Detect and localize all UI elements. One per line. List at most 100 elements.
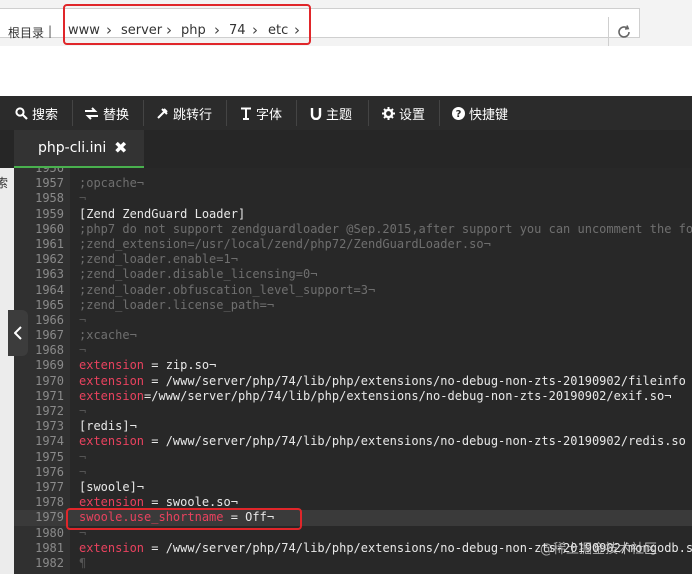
line-number: 1963 — [35, 267, 64, 282]
code-line[interactable]: 1973 [redis]¬ — [14, 419, 692, 434]
breadcrumb-separator: | — [48, 24, 53, 38]
code-line[interactable]: 1957 ;opcache¬ — [14, 176, 692, 191]
settings-button[interactable]: 设置 — [382, 96, 425, 130]
code-line[interactable]: 1975 ¬ — [14, 450, 692, 465]
shortcuts-button[interactable]: ? 快捷键 — [452, 96, 508, 130]
line-number: 1972 — [35, 404, 64, 418]
line-number: 1971 — [35, 388, 64, 403]
line-number: 1974 — [35, 434, 64, 449]
chevron-left-icon — [14, 326, 22, 340]
setting-key: extension — [79, 434, 145, 449]
line-number: 1956 — [35, 168, 64, 175]
collapse-sidebar-button[interactable] — [8, 310, 28, 356]
code-line[interactable]: 1972 ¬ — [14, 404, 692, 419]
line-number: 1969 — [35, 358, 64, 373]
line-number: 1958 — [35, 191, 64, 206]
line-text: ¬ — [79, 191, 87, 206]
jump-line-button[interactable]: 跳转行 — [156, 96, 212, 130]
line-number: 1964 — [35, 282, 64, 297]
line-text: ¬ — [79, 404, 87, 418]
toolbar-divider — [368, 100, 369, 126]
line-text: ;opcache¬ — [79, 176, 145, 191]
code-line[interactable]: 1982 ¶ — [14, 556, 692, 571]
tab-bar: php-cli.ini ✖ — [0, 130, 692, 168]
code-line[interactable]: 1974 extension = /www/server/php/74/lib/p… — [14, 434, 692, 449]
font-label: 字体 — [256, 107, 283, 123]
code-line[interactable]: 1969 extension = zip.so¬ — [14, 358, 692, 373]
file-search-panel: 索 — [0, 168, 14, 574]
font-button[interactable]: 字体 — [240, 96, 282, 130]
refresh-button[interactable] — [608, 17, 638, 47]
toolbar-divider — [296, 100, 297, 126]
line-number: 1979 — [35, 510, 64, 525]
setting-highlight-box — [66, 508, 302, 530]
tab-php-cli-ini[interactable]: php-cli.ini ✖ — [14, 130, 144, 168]
editor-toolbar: 搜索 替换 跳转行 字体 主题 设置 ? 快捷键 — [0, 96, 692, 130]
line-text: ¬ — [79, 449, 87, 464]
help-icon: ? — [452, 106, 465, 120]
refresh-icon — [617, 25, 630, 38]
line-text: [swoole]¬ — [79, 479, 145, 494]
setting-key: extension — [79, 358, 145, 373]
toolbar-divider — [439, 100, 440, 126]
path-bar: 根目录 | www › server › php › 74 › etc › — [0, 0, 692, 47]
font-icon — [241, 107, 251, 120]
code-line[interactable]: 1958 ¬ — [14, 191, 692, 206]
line-text: extension = /www/server/php/74/lib/php/e… — [79, 434, 686, 449]
jump-line-label: 跳转行 — [173, 107, 213, 123]
line-text: [redis]¬ — [79, 419, 137, 434]
code-line[interactable]: 1965 ;zend_loader.license_path=¬ — [14, 298, 692, 313]
line-number: 1975 — [35, 449, 64, 464]
breadcrumb-root[interactable]: 根目录 — [8, 24, 44, 41]
close-icon[interactable]: ✖ — [114, 138, 127, 157]
search-icon — [15, 106, 28, 120]
code-line[interactable]: 1966 ¬ — [14, 313, 692, 328]
setting-key: extension — [79, 373, 145, 388]
setting-value: =/www/server/php/74/lib/php/extensions/n… — [144, 388, 672, 403]
jump-line-icon — [157, 107, 168, 119]
tab-label: php-cli.ini — [38, 140, 107, 156]
line-number: 1982 — [35, 555, 64, 570]
line-text: ¬ — [79, 312, 87, 327]
search-button[interactable]: 搜索 — [15, 96, 58, 130]
replace-button[interactable]: 替换 — [84, 96, 129, 130]
code-line[interactable]: 1971 extension=/www/server/php/74/lib/php… — [14, 389, 692, 404]
gear-icon — [382, 106, 395, 120]
line-text: extension=/www/server/php/74/lib/php/ext… — [79, 389, 671, 404]
setting-value: = /www/server/php/74/lib/php/extensions/… — [144, 373, 686, 388]
theme-icon — [310, 107, 322, 120]
line-number: 1978 — [35, 495, 64, 510]
code-line[interactable]: 1967 ;xcache¬ — [14, 328, 692, 343]
svg-text:?: ? — [456, 109, 462, 120]
code-line[interactable]: 1961 ;zend_extension=/usr/local/zend/php7… — [14, 237, 692, 252]
line-number: 1981 — [35, 540, 64, 555]
line-number: 1962 — [35, 252, 64, 267]
code-line[interactable]: 1976 ¬ — [14, 465, 692, 480]
code-line[interactable]: 1968 ¬ — [14, 343, 692, 358]
line-text: ;zend_loader.enable=1¬ — [79, 252, 238, 267]
line-text: ;php7 do not support zendguardloader @Se… — [79, 221, 692, 236]
code-line[interactable]: 1964 ;zend_loader.obfuscation_level_suppo… — [14, 283, 692, 298]
replace-icon — [85, 106, 98, 120]
setting-key: extension — [79, 388, 145, 403]
code-line[interactable]: 1956 — [14, 168, 692, 176]
line-number: 1980 — [35, 525, 64, 540]
line-text: extension = zip.so¬ — [79, 358, 216, 373]
setting-value: = zip.so¬ — [144, 358, 217, 373]
line-number: 1977 — [35, 479, 64, 494]
line-text: extension = /www/server/php/74/lib/php/e… — [79, 374, 686, 389]
line-number: 1961 — [35, 236, 64, 251]
code-line[interactable]: 1970 extension = /www/server/php/74/lib/p… — [14, 374, 692, 389]
code-line[interactable]: 1977 [swoole]¬ — [14, 480, 692, 495]
code-line[interactable]: 1960 ;php7 do not support zendguardloader… — [14, 222, 692, 237]
code-line[interactable]: 1959 [Zend ZendGuard Loader] — [14, 207, 692, 222]
code-line[interactable]: 1963 ;zend_loader.disable_licensing=0¬ — [14, 267, 692, 282]
side-panel-label: 索 — [0, 176, 9, 190]
line-number: 1970 — [35, 373, 64, 388]
toolbar-divider — [226, 100, 227, 126]
theme-button[interactable]: 主题 — [310, 96, 352, 130]
code-line[interactable]: 1962 ;zend_loader.enable=1¬ — [14, 252, 692, 267]
path-highlight-box — [63, 4, 311, 45]
line-text: ;zend_loader.disable_licensing=0¬ — [79, 267, 318, 282]
line-text: ¬ — [79, 343, 87, 358]
